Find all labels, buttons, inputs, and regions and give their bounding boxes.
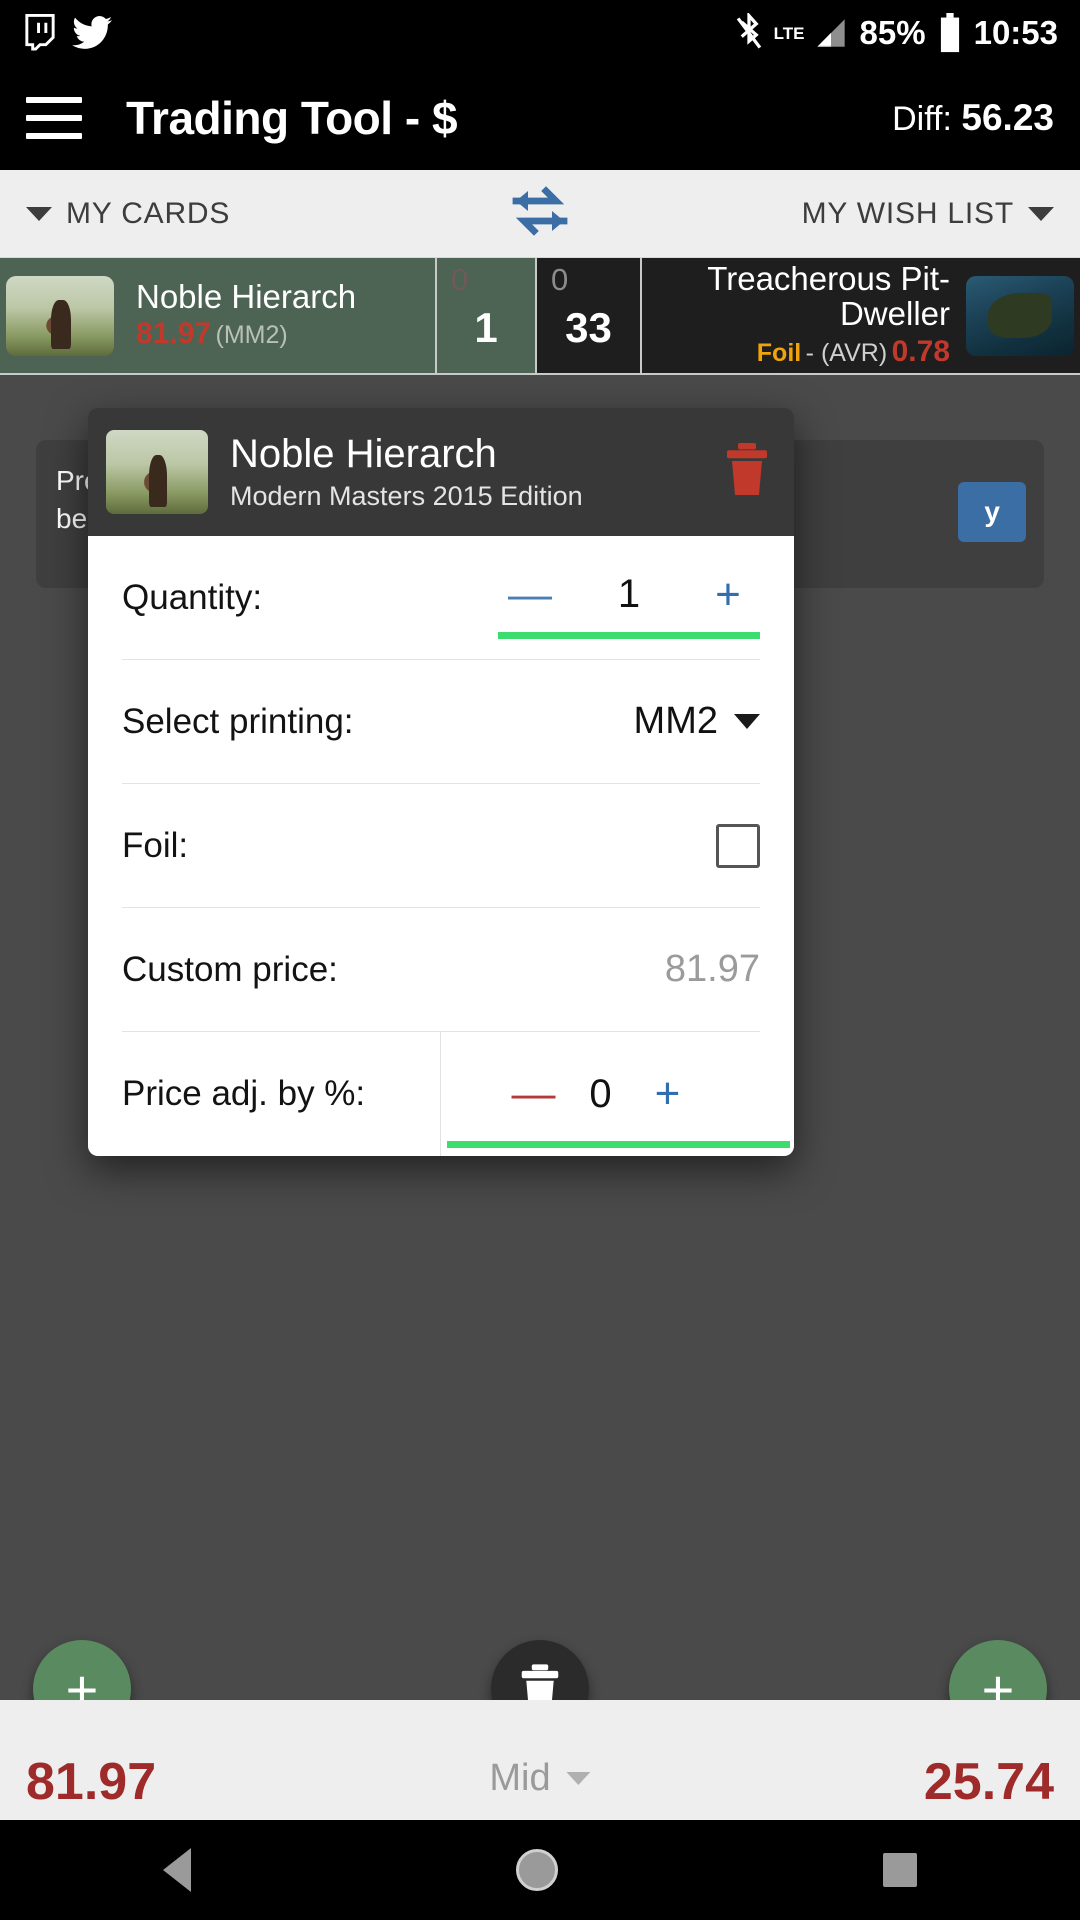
- diff-value: 56.23: [961, 97, 1054, 138]
- diff-label: Diff:: [892, 100, 952, 138]
- card-set: - (AVR): [805, 338, 888, 367]
- bluetooth-icon: [736, 13, 762, 53]
- twitch-icon: [22, 14, 58, 52]
- price-adjust-decrement-button[interactable]: —: [502, 1072, 566, 1116]
- price-adjust-value[interactable]: 0: [566, 1072, 636, 1117]
- printing-dropdown[interactable]: MM2: [634, 700, 760, 743]
- dialog-body: Quantity: — 1 + Select printing: MM2 Foi…: [88, 536, 794, 1156]
- back-triangle-icon[interactable]: [162, 1848, 191, 1892]
- quantity-increment-button[interactable]: +: [696, 572, 760, 617]
- trash-icon[interactable]: [724, 442, 770, 502]
- chevron-down-icon: [566, 1772, 591, 1785]
- card-price: 81.97: [136, 317, 212, 351]
- card-price: 0.78: [891, 334, 950, 368]
- custom-price-input[interactable]: 81.97: [665, 948, 760, 991]
- card-set: (MM2): [215, 321, 288, 350]
- app-bar: Trading Tool - $ Diff: 56.23: [0, 66, 1080, 170]
- dialog-card-name: Noble Hierarch: [230, 432, 497, 476]
- card-name: Noble Hierarch: [136, 277, 357, 315]
- custom-price-label: Custom price:: [122, 949, 338, 989]
- phone-screen: LTE 85% 10:53 Trading Tool - $ Diff: 56.…: [0, 0, 1080, 1920]
- row-custom-price[interactable]: Custom price: 81.97: [122, 908, 760, 1032]
- row-select-printing[interactable]: Select printing: MM2: [122, 660, 760, 784]
- quantity-primary: 1: [474, 303, 498, 351]
- page-title: Trading Tool - $: [126, 92, 458, 144]
- quantity-secondary: 0: [451, 262, 469, 297]
- tab-my-wish-list-label: MY WISH LIST: [801, 196, 1014, 230]
- my-cards-entry[interactable]: Noble Hierarch 81.97 (MM2): [0, 258, 435, 373]
- twitter-icon: [72, 16, 112, 50]
- quantity-decrement-button[interactable]: —: [498, 572, 562, 617]
- hamburger-menu-icon[interactable]: [26, 97, 82, 139]
- tab-my-cards-label: MY CARDS: [66, 196, 231, 230]
- card-name: Treacherous Pit-Dweller: [707, 260, 950, 332]
- swap-arrows-icon[interactable]: [508, 183, 572, 244]
- card-compare-strip: Noble Hierarch 81.97 (MM2) 0 1 0 33 Trea…: [0, 258, 1080, 375]
- price-adjust-label: Price adj. by %:: [122, 1074, 366, 1113]
- home-circle-icon[interactable]: [515, 1849, 558, 1891]
- printing-value: MM2: [633, 700, 718, 742]
- my-cards-total: 81.97: [26, 1753, 157, 1811]
- quantity-primary: 33: [565, 303, 612, 351]
- foil-checkbox[interactable]: [716, 823, 760, 868]
- noble-hierarch-thumb: [106, 430, 208, 514]
- tab-bar: MY CARDS MY WISH LIST: [0, 170, 1080, 258]
- card-foil-label: Foil: [756, 338, 802, 367]
- signal-icon: [814, 16, 848, 50]
- chevron-down-icon: [1028, 206, 1054, 221]
- quantity-secondary: 0: [551, 262, 569, 297]
- noble-hierarch-thumb: [6, 275, 114, 356]
- price-mode-label: Mid: [489, 1757, 551, 1799]
- clock: 10:53: [973, 14, 1058, 51]
- background-panel-button[interactable]: y: [958, 482, 1026, 542]
- tab-my-wish-list[interactable]: MY WISH LIST: [802, 197, 1080, 231]
- select-printing-label: Select printing:: [122, 701, 354, 741]
- edit-card-dialog: Noble Hierarch Modern Masters 2015 Editi…: [88, 408, 794, 1156]
- row-foil: Foil:: [122, 784, 760, 908]
- quantity-value[interactable]: 1: [594, 572, 664, 617]
- row-price-adjust: Price adj. by %: — 0 +: [122, 1032, 790, 1156]
- android-nav-bar: [0, 1820, 1080, 1920]
- treacherous-pit-dweller-thumb: [966, 275, 1074, 356]
- wish-list-entry[interactable]: Treacherous Pit-Dweller Foil - (AVR) 0.7…: [640, 258, 1080, 373]
- quantity-label: Quantity:: [122, 577, 263, 617]
- battery-icon: [938, 13, 962, 53]
- wish-list-total: 25.74: [923, 1753, 1054, 1811]
- foil-label: Foil:: [122, 825, 189, 865]
- network-type-label: LTE: [773, 23, 805, 43]
- chevron-down-icon: [734, 714, 760, 729]
- dialog-card-set: Modern Masters 2015 Edition: [230, 481, 583, 511]
- battery-percent: 85%: [859, 14, 926, 51]
- wish-list-quantity[interactable]: 0 33: [535, 258, 640, 373]
- quantity-stepper: — 1 +: [498, 572, 760, 639]
- my-cards-quantity[interactable]: 0 1: [435, 258, 535, 373]
- recents-square-icon[interactable]: [883, 1853, 918, 1887]
- price-adjust-stepper: — 0 +: [440, 1032, 790, 1156]
- row-quantity: Quantity: — 1 +: [122, 536, 760, 660]
- diff-indicator: Diff: 56.23: [892, 97, 1054, 139]
- status-bar: LTE 85% 10:53: [0, 0, 1080, 66]
- price-mode-dropdown[interactable]: Mid: [489, 1757, 591, 1800]
- dialog-header: Noble Hierarch Modern Masters 2015 Editi…: [88, 408, 794, 536]
- chevron-down-icon: [26, 206, 52, 221]
- price-adjust-increment-button[interactable]: +: [636, 1072, 700, 1116]
- tab-my-cards[interactable]: MY CARDS: [0, 197, 230, 231]
